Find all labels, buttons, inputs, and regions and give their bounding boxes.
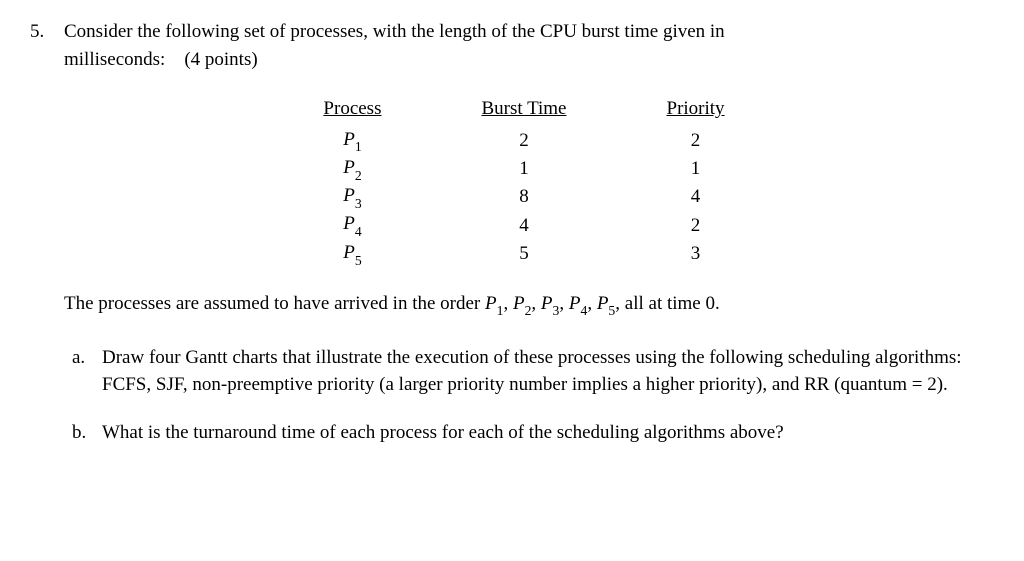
process-table: Process Burst Time Priority P122P211P384… [273, 93, 774, 268]
part-a-letter: a. [72, 344, 102, 399]
cell-process: P3 [273, 183, 431, 211]
sub-parts: a. Draw four Gantt charts that illustrat… [64, 344, 984, 447]
cell-burst: 4 [431, 211, 616, 239]
table-row: P442 [273, 211, 774, 239]
cell-burst: 5 [431, 240, 616, 268]
intro-line2b: (4 points) [184, 49, 257, 70]
cell-priority: 2 [617, 127, 775, 155]
cell-process: P1 [273, 127, 431, 155]
table-row: P122 [273, 127, 774, 155]
table-header-row: Process Burst Time Priority [273, 93, 774, 127]
table-row: P211 [273, 155, 774, 183]
part-a: a. Draw four Gantt charts that illustrat… [72, 344, 984, 399]
arrival-prefix: The processes are assumed to have arrive… [64, 293, 485, 314]
question-block: 5. Consider the following set of process… [30, 18, 984, 466]
question-content: Consider the following set of processes,… [64, 18, 984, 466]
arrival-note: The processes are assumed to have arrive… [64, 290, 984, 320]
part-b-letter: b. [72, 419, 102, 447]
cell-burst: 1 [431, 155, 616, 183]
part-b: b. What is the turnaround time of each p… [72, 419, 984, 447]
header-process: Process [273, 93, 431, 127]
part-a-text: Draw four Gantt charts that illustrate t… [102, 344, 984, 399]
table-body: P122P211P384P442P553 [273, 127, 774, 268]
process-table-container: Process Burst Time Priority P122P211P384… [64, 93, 984, 268]
cell-process: P5 [273, 240, 431, 268]
cell-process: P4 [273, 211, 431, 239]
arrival-suffix: , all at time 0. [615, 293, 719, 314]
cell-burst: 2 [431, 127, 616, 155]
intro-paragraph: Consider the following set of processes,… [64, 18, 984, 73]
part-b-text: What is the turnaround time of each proc… [102, 419, 984, 447]
intro-line1: Consider the following set of processes,… [64, 21, 725, 42]
cell-priority: 3 [617, 240, 775, 268]
intro-line2a: milliseconds: [64, 49, 165, 70]
cell-priority: 4 [617, 183, 775, 211]
cell-process: P2 [273, 155, 431, 183]
cell-priority: 1 [617, 155, 775, 183]
cell-priority: 2 [617, 211, 775, 239]
question-number: 5. [30, 18, 64, 466]
header-priority: Priority [617, 93, 775, 127]
table-row: P553 [273, 240, 774, 268]
process-list-inline: P1, P2, P3, P4, P5 [485, 293, 615, 314]
header-burst: Burst Time [431, 93, 616, 127]
table-row: P384 [273, 183, 774, 211]
cell-burst: 8 [431, 183, 616, 211]
